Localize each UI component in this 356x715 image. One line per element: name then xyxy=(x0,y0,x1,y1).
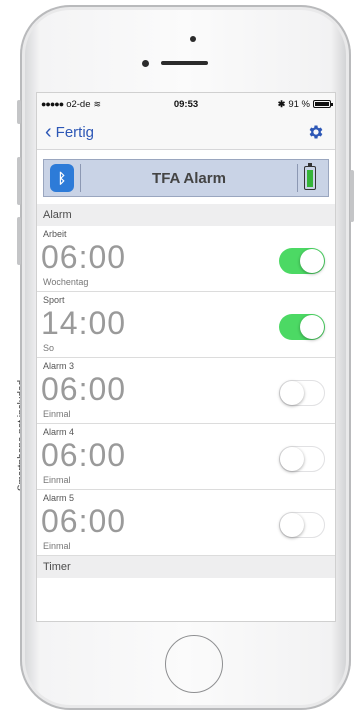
alarm-time[interactable]: 14:00 xyxy=(41,304,126,342)
back-button[interactable]: ‹ Fertig xyxy=(45,122,94,142)
alarm-time[interactable]: 06:00 xyxy=(41,370,126,408)
bluetooth-status-icon: ✱ xyxy=(277,98,286,109)
toggle-knob xyxy=(280,447,304,471)
status-bar: ●●●●● o2-de ≋ 09:53 ✱ 91 % xyxy=(37,93,335,115)
device-title: TFA Alarm xyxy=(152,169,226,187)
battery-percent: 91 % xyxy=(288,98,310,110)
alarm-row[interactable]: Arbeit 06:00 Wochentag xyxy=(37,226,335,292)
alarm-repeat: Einmal xyxy=(43,409,71,419)
earpiece-speaker xyxy=(161,61,208,65)
toggle-knob xyxy=(280,513,304,537)
toggle-knob xyxy=(300,315,324,339)
alarm-repeat: So xyxy=(43,343,55,353)
front-camera xyxy=(190,36,196,42)
alarm-row[interactable]: Sport 14:00 So xyxy=(37,292,335,358)
phone-frame: ●●●●● o2-de ≋ 09:53 ✱ 91 % ‹ Fertig ᛒ TF… xyxy=(17,5,354,710)
toggle-knob xyxy=(280,381,304,405)
toggle-knob xyxy=(300,249,324,273)
alarm-row[interactable]: Alarm 3 06:00 Einmal xyxy=(37,358,335,424)
battery-status-icon xyxy=(313,100,333,108)
alarm-toggle[interactable] xyxy=(279,512,325,538)
alarm-repeat: Wochentag xyxy=(43,277,89,287)
proximity-sensor xyxy=(142,60,149,67)
power-button xyxy=(350,170,354,222)
chevron-left-icon: ‹ xyxy=(45,121,52,143)
bluetooth-icon: ᛒ xyxy=(50,164,74,192)
volume-down-button xyxy=(17,217,21,265)
alarm-toggle[interactable] xyxy=(279,248,325,274)
navigation-bar: ‹ Fertig xyxy=(37,115,335,150)
phone-screen: ●●●●● o2-de ≋ 09:53 ✱ 91 % ‹ Fertig ᛒ TF… xyxy=(36,92,336,622)
alarm-repeat: Einmal xyxy=(43,475,71,485)
alarm-time[interactable]: 06:00 xyxy=(41,238,126,276)
alarm-time[interactable]: 06:00 xyxy=(41,502,126,540)
volume-up-button xyxy=(17,157,21,205)
mute-switch xyxy=(17,100,21,124)
alarm-repeat: Einmal xyxy=(43,541,71,551)
signal-icon: ●●●●● xyxy=(41,99,64,109)
device-header: ᛒ TFA Alarm xyxy=(43,159,329,197)
back-label: Fertig xyxy=(55,123,95,141)
alarm-section-header: Alarm xyxy=(37,204,335,226)
carrier-info: ●●●●● o2-de ≋ xyxy=(41,99,101,110)
home-button[interactable] xyxy=(165,635,223,693)
alarm-row[interactable]: Alarm 4 06:00 Einmal xyxy=(37,424,335,490)
status-right: ✱ 91 % xyxy=(277,98,333,110)
alarm-toggle[interactable] xyxy=(279,380,325,406)
carrier-name: o2-de xyxy=(66,98,91,110)
gear-icon[interactable] xyxy=(305,121,327,143)
alarm-list: Arbeit 06:00 Wochentag Sport 14:00 So Alarm 30… xyxy=(37,226,335,556)
divider xyxy=(80,164,81,192)
alarm-time[interactable]: 06:00 xyxy=(41,436,126,474)
timer-section-header: Timer xyxy=(37,556,335,578)
divider xyxy=(297,164,298,192)
battery-icon xyxy=(304,163,316,190)
alarm-row[interactable]: Alarm 5 06:00 Einmal xyxy=(37,490,335,556)
alarm-toggle[interactable] xyxy=(279,314,325,340)
wifi-icon: ≋ xyxy=(93,98,102,109)
alarm-toggle[interactable] xyxy=(279,446,325,472)
